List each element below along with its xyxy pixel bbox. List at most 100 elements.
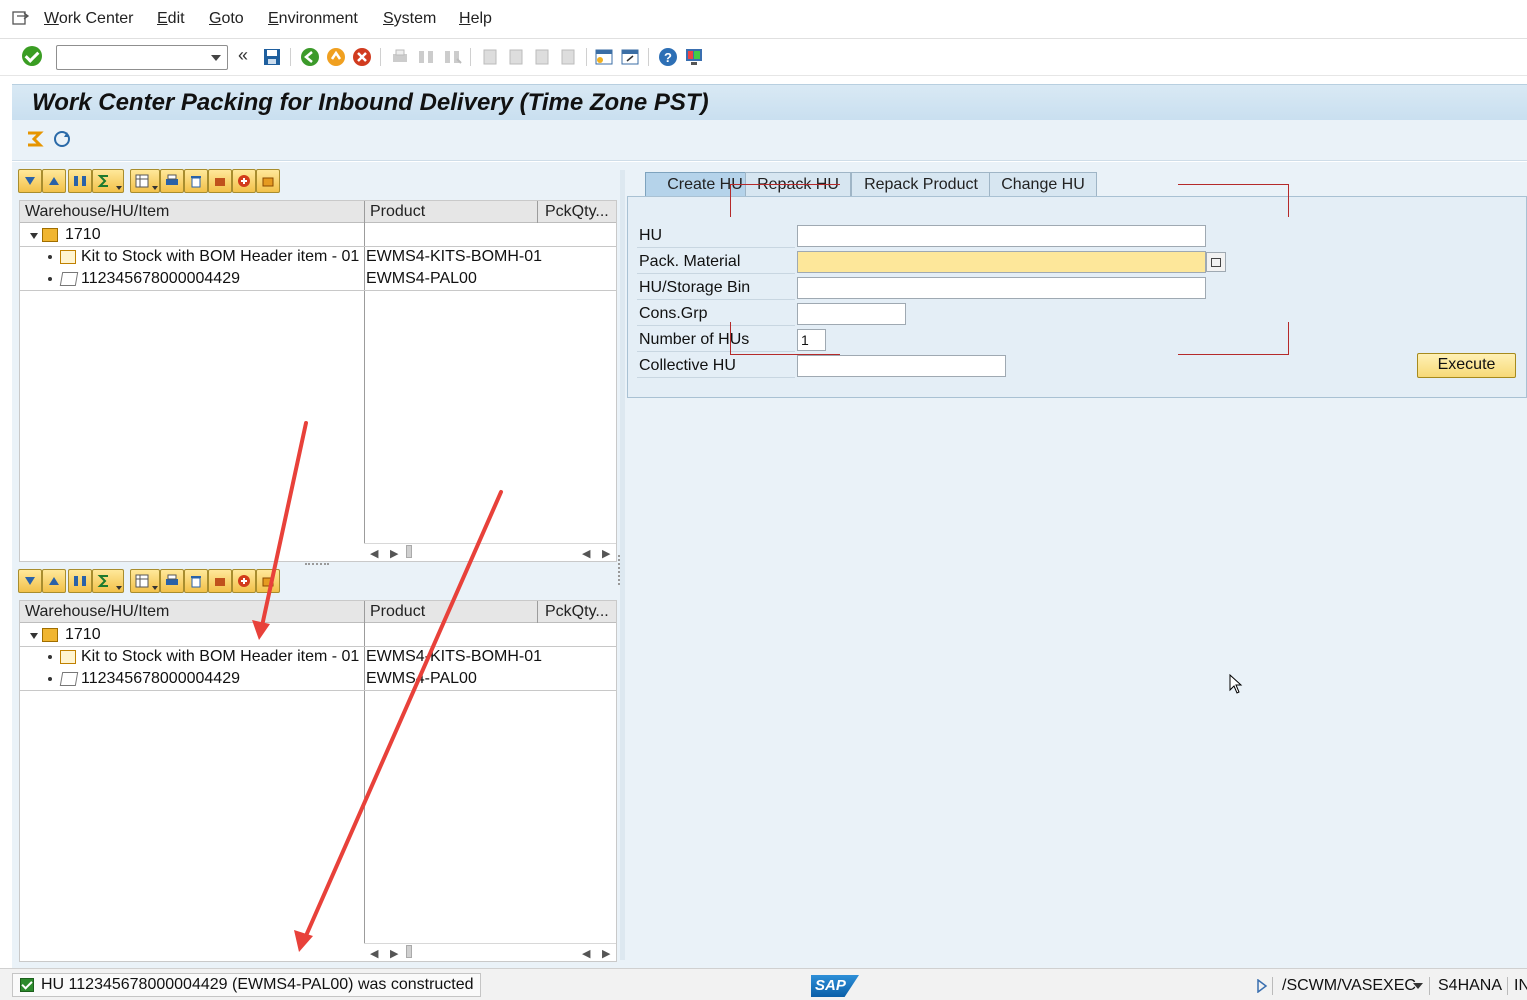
enter-icon[interactable]: [22, 46, 42, 66]
find-icon[interactable]: [416, 47, 436, 67]
create-session-icon[interactable]: [594, 47, 614, 67]
value-help-icon[interactable]: [1206, 252, 1226, 272]
tab-change-hu[interactable]: Change HU: [989, 172, 1097, 197]
delete-icon[interactable]: [184, 169, 208, 193]
tree-item-label: 1710: [65, 626, 101, 643]
pack-icon[interactable]: [208, 169, 232, 193]
pane-splitter[interactable]: [305, 563, 329, 566]
customize-layout-icon[interactable]: [684, 47, 704, 67]
column-header-product[interactable]: Product: [370, 203, 425, 221]
pack-material-field[interactable]: [797, 251, 1206, 273]
column-separator[interactable]: [537, 201, 538, 223]
tab-repack-product[interactable]: Repack Product: [851, 172, 991, 197]
bullet-icon: [48, 277, 52, 281]
hu-field[interactable]: [797, 225, 1206, 247]
chevron-down-icon[interactable]: [1413, 983, 1423, 989]
expand-triangle-icon[interactable]: [30, 633, 38, 639]
layout-icon[interactable]: [130, 569, 160, 593]
next-page-icon[interactable]: [532, 47, 552, 67]
back-icon[interactable]: [300, 47, 320, 67]
execute-button[interactable]: Execute: [1417, 353, 1516, 378]
column-header-pckqty[interactable]: PckQty...: [545, 203, 609, 221]
status-message[interactable]: HU 112345678000004429 (EWMS4-PAL00) was …: [12, 973, 481, 997]
cancel-icon[interactable]: [352, 47, 372, 67]
scroll-right-icon[interactable]: ▶: [602, 947, 610, 960]
scroll-thumb[interactable]: [406, 545, 412, 558]
print-icon[interactable]: [160, 169, 184, 193]
previous-page-icon[interactable]: [506, 47, 526, 67]
hu-storage-bin-field[interactable]: [797, 277, 1206, 299]
scroll-right-icon[interactable]: ▶: [390, 947, 398, 960]
switch-work-center-icon[interactable]: [24, 129, 44, 149]
hu-icon[interactable]: [256, 569, 280, 593]
generate-shortcut-icon[interactable]: [620, 47, 640, 67]
tree-row[interactable]: 112345678000004429 EWMS4-PAL00: [20, 668, 616, 690]
cons-grp-field[interactable]: [797, 303, 906, 325]
vertical-splitter-handle[interactable]: [618, 555, 621, 585]
refresh-icon[interactable]: [52, 129, 72, 149]
kit-item-icon: [60, 250, 76, 264]
collapse-all-icon[interactable]: [42, 569, 66, 593]
expand-triangle-icon[interactable]: [30, 233, 38, 239]
column-header-pckqty[interactable]: PckQty...: [545, 603, 609, 621]
focus-bracket: [1288, 322, 1289, 355]
horizontal-scrollbar[interactable]: ◀ ▶ ◀ ▶: [364, 543, 616, 560]
system-name: S4HANA: [1438, 977, 1503, 994]
help-icon[interactable]: ?: [658, 47, 678, 67]
collapse-all-icon[interactable]: [42, 169, 66, 193]
collective-hu-field[interactable]: [797, 355, 1006, 377]
pack-icon[interactable]: [208, 569, 232, 593]
scroll-right-icon[interactable]: ▶: [390, 547, 398, 560]
find-next-icon[interactable]: [442, 47, 462, 67]
tree-item-label: 112345678000004429: [81, 270, 240, 287]
scroll-right-icon[interactable]: ▶: [602, 547, 610, 560]
print-icon[interactable]: [390, 47, 410, 67]
tree-top-toolbar: [18, 169, 318, 197]
tree-bottom: Warehouse/HU/Item Product PckQty... 1710…: [19, 600, 617, 962]
menu-goto[interactable]: Goto: [209, 10, 244, 28]
menu-help[interactable]: Help: [459, 10, 492, 28]
tree-row[interactable]: 112345678000004429 EWMS4-PAL00: [20, 268, 616, 290]
first-page-icon[interactable]: [480, 47, 500, 67]
exit-icon[interactable]: [326, 47, 346, 67]
column-header-warehouse[interactable]: Warehouse/HU/Item: [25, 603, 169, 621]
delete-icon[interactable]: [184, 569, 208, 593]
tree-row[interactable]: 1710: [20, 224, 616, 246]
scroll-thumb[interactable]: [406, 945, 412, 958]
print-icon[interactable]: [160, 569, 184, 593]
save-icon[interactable]: [262, 47, 282, 67]
collapse-command-icon[interactable]: «: [238, 45, 248, 66]
menu-icon[interactable]: [12, 10, 30, 26]
expand-all-icon[interactable]: [18, 169, 42, 193]
pack-material-label: Pack. Material: [637, 250, 795, 274]
scroll-left-icon[interactable]: ◀: [582, 547, 590, 560]
column-header-product[interactable]: Product: [370, 603, 425, 621]
horizontal-scrollbar[interactable]: ◀ ▶ ◀ ▶: [364, 943, 616, 960]
column-separator[interactable]: [537, 601, 538, 623]
expand-all-icon[interactable]: [18, 569, 42, 593]
tree-row[interactable]: 1710: [20, 624, 616, 646]
sum-icon[interactable]: [92, 569, 124, 593]
column-header-warehouse[interactable]: Warehouse/HU/Item: [25, 203, 169, 221]
last-page-icon[interactable]: [558, 47, 578, 67]
sum-icon[interactable]: [92, 169, 124, 193]
menu-work-center[interactable]: Work Center: [44, 10, 134, 28]
scroll-left-icon[interactable]: ◀: [370, 947, 378, 960]
menu-environment[interactable]: Environment: [268, 10, 358, 28]
hu-icon[interactable]: [256, 169, 280, 193]
menu-system[interactable]: System: [383, 10, 436, 28]
command-field[interactable]: [56, 45, 228, 70]
tree-row[interactable]: Kit to Stock with BOM Header item - 01 E…: [20, 246, 616, 268]
unpack-icon[interactable]: [232, 569, 256, 593]
find-icon[interactable]: [68, 569, 92, 593]
chevron-down-icon[interactable]: [211, 55, 221, 61]
layout-icon[interactable]: [130, 169, 160, 193]
status-expand-icon[interactable]: [1256, 979, 1268, 993]
unpack-icon[interactable]: [232, 169, 256, 193]
find-icon[interactable]: [68, 169, 92, 193]
scroll-left-icon[interactable]: ◀: [370, 547, 378, 560]
scroll-left-icon[interactable]: ◀: [582, 947, 590, 960]
tree-row[interactable]: Kit to Stock with BOM Header item - 01 E…: [20, 646, 616, 668]
menu-edit[interactable]: Edit: [157, 10, 185, 28]
number-of-hus-field[interactable]: 1: [797, 329, 826, 351]
